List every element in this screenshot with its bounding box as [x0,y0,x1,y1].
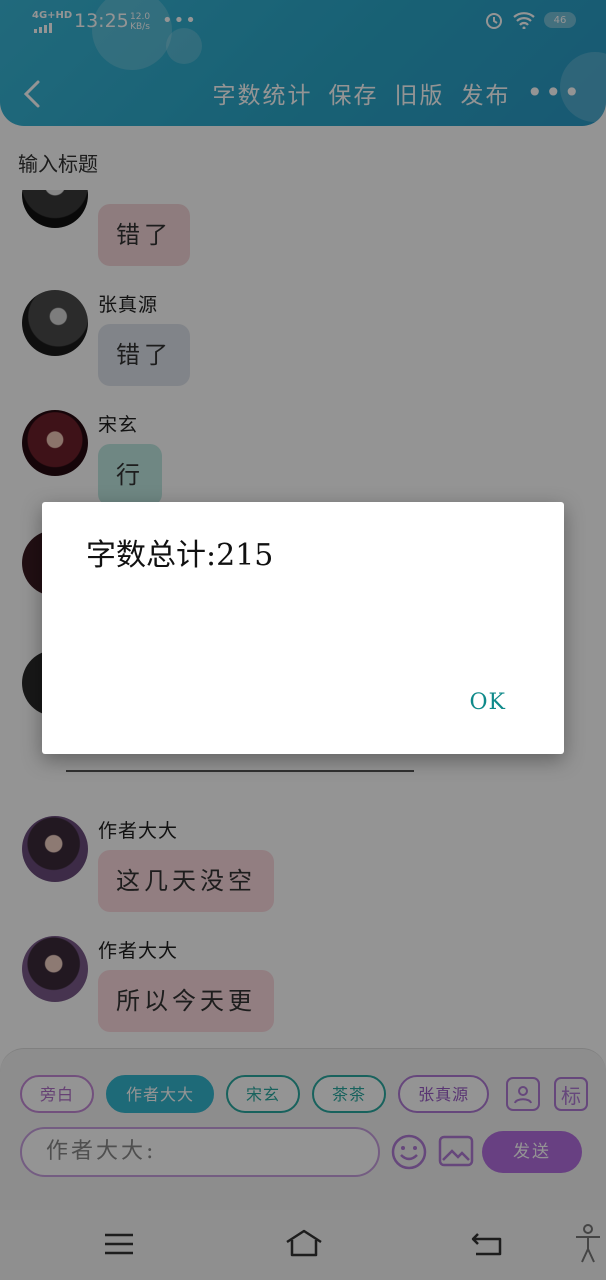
dialog-message: 字数总计:215 [86,538,274,573]
ok-button[interactable]: OK [470,690,506,715]
word-count-dialog: 字数总计:215 OK [42,502,564,754]
